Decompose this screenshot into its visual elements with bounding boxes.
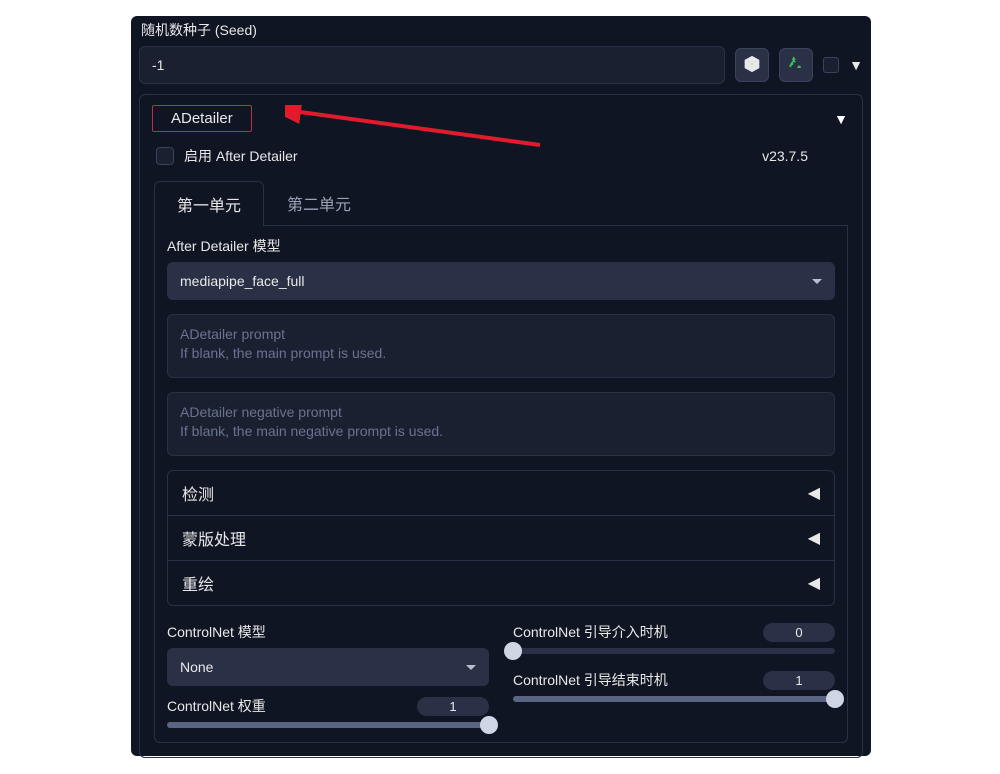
controlnet-model-select[interactable]: None <box>167 648 489 686</box>
adetailer-accordion: ADetailer ▼ 启用 After Detailer v23.7.5 第一… <box>139 94 863 758</box>
adetailer-sub-accordion: 检测 ◀ 蒙版处理 ◀ 重绘 ◀ <box>167 470 835 606</box>
accordion-inpaint-label: 重绘 <box>182 571 214 595</box>
enable-row: 启用 After Detailer v23.7.5 <box>156 146 848 166</box>
adetailer-prompt-textarea[interactable]: ADetailer prompt If blank, the main prom… <box>167 314 835 378</box>
adetailer-prompt-placeholder-1: ADetailer prompt <box>180 325 822 344</box>
controlnet-weight-value[interactable]: 1 <box>417 697 489 716</box>
controlnet-guidance-end-label: ControlNet 引导结束时机 <box>513 670 668 690</box>
model-select[interactable]: mediapipe_face_full <box>167 262 835 300</box>
adetailer-neg-prompt-placeholder-2: If blank, the main negative prompt is us… <box>180 422 822 441</box>
adetailer-title: ADetailer <box>152 105 252 132</box>
seed-extras-toggle-icon[interactable]: ▼ <box>849 57 863 73</box>
collapse-icon: ▼ <box>834 111 848 127</box>
controlnet-guidance-end-slider[interactable] <box>513 696 835 702</box>
model-label: After Detailer 模型 <box>167 236 835 256</box>
dice-icon <box>743 55 761 76</box>
extra-seed-checkbox[interactable] <box>823 57 839 73</box>
caret-left-icon: ◀ <box>808 573 820 593</box>
randomize-seed-button[interactable] <box>735 48 769 82</box>
reuse-seed-button[interactable] <box>779 48 813 82</box>
unit-tabs: 第一单元 第二单元 <box>154 180 848 226</box>
tab-unit-1[interactable]: 第一单元 <box>154 181 264 226</box>
caret-left-icon: ◀ <box>808 483 820 503</box>
adetailer-neg-prompt-placeholder-1: ADetailer negative prompt <box>180 403 822 422</box>
adetailer-prompt-placeholder-2: If blank, the main prompt is used. <box>180 344 822 363</box>
accordion-mask[interactable]: 蒙版处理 ◀ <box>168 516 834 561</box>
accordion-inpaint[interactable]: 重绘 ◀ <box>168 561 834 605</box>
unit-1-body: After Detailer 模型 mediapipe_face_full AD… <box>154 226 848 743</box>
tab-unit-2[interactable]: 第二单元 <box>264 180 374 225</box>
controlnet-model-block: ControlNet 模型 None ControlNet 权重 1 <box>167 622 489 728</box>
model-select-value: mediapipe_face_full <box>180 273 305 289</box>
seed-row: ▼ <box>135 46 867 84</box>
accordion-detection[interactable]: 检测 ◀ <box>168 471 834 516</box>
seed-input[interactable] <box>139 46 725 84</box>
controlnet-weight-label: ControlNet 权重 <box>167 696 266 716</box>
controlnet-guidance-block: ControlNet 引导介入时机 0 ControlNet 引导结束时机 1 <box>513 622 835 728</box>
adetailer-negative-prompt-textarea[interactable]: ADetailer negative prompt If blank, the … <box>167 392 835 456</box>
caret-left-icon: ◀ <box>808 528 820 548</box>
controlnet-guidance-start-slider[interactable] <box>513 648 835 654</box>
enable-after-detailer-label: 启用 After Detailer <box>184 146 298 166</box>
chevron-down-icon <box>466 665 476 670</box>
controlnet-grid: ControlNet 模型 None ControlNet 权重 1 <box>167 622 835 728</box>
enable-after-detailer-checkbox[interactable] <box>156 147 174 165</box>
controlnet-model-label: ControlNet 模型 <box>167 622 266 642</box>
controlnet-weight-slider[interactable] <box>167 722 489 728</box>
accordion-detection-label: 检测 <box>182 481 214 505</box>
settings-panel: 随机数种子 (Seed) ▼ <box>131 16 871 756</box>
adetailer-header[interactable]: ADetailer ▼ <box>148 105 854 132</box>
chevron-down-icon <box>812 279 822 284</box>
seed-label: 随机数种子 (Seed) <box>141 20 867 40</box>
controlnet-model-value: None <box>180 659 213 675</box>
accordion-mask-label: 蒙版处理 <box>182 526 246 550</box>
controlnet-guidance-start-label: ControlNet 引导介入时机 <box>513 622 668 642</box>
recycle-icon <box>787 55 805 76</box>
controlnet-guidance-end-value[interactable]: 1 <box>763 671 835 690</box>
adetailer-version: v23.7.5 <box>762 148 808 164</box>
controlnet-guidance-start-value[interactable]: 0 <box>763 623 835 642</box>
